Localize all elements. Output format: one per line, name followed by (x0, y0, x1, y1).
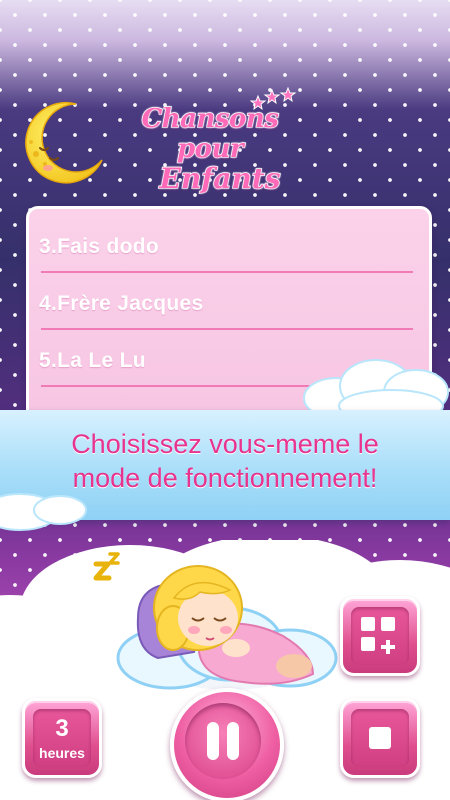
pause-bar-left (207, 722, 219, 760)
app-title: Chansons pour Enfants (110, 92, 310, 202)
divider (41, 271, 413, 273)
timer-unit: heures (39, 745, 85, 761)
timer-button-face: 3 heures (33, 709, 91, 767)
mode-button[interactable] (340, 596, 420, 676)
song-title: 5.La Le Lu (39, 349, 146, 372)
stop-icon (369, 727, 391, 749)
app-title-line1: Chansons pour (141, 103, 280, 165)
banner-line1: Choisissez vous-meme le (71, 429, 379, 459)
divider (41, 328, 413, 330)
banner-line2: mode de fonctionnement! (72, 463, 378, 493)
app-title-line2: Enfants (159, 161, 282, 196)
song-item[interactable]: 4.Frère Jacques (39, 274, 414, 330)
pause-icon (185, 703, 261, 779)
timer-button[interactable]: 3 heures (22, 698, 102, 778)
song-item[interactable]: 3.Fais dodo (39, 217, 414, 273)
pause-bar-right (227, 722, 239, 760)
song-title: 3.Fais dodo (39, 235, 159, 258)
moon-icon (25, 101, 103, 184)
grid-plus-icon (361, 617, 395, 654)
mode-button-face (351, 607, 409, 665)
song-title: 4.Frère Jacques (39, 292, 204, 315)
pause-button[interactable] (170, 688, 284, 800)
stop-button-face (351, 709, 409, 767)
timer-value: 3 (55, 715, 69, 742)
app-screen: Chansons pour Enfants 3.Fais dodo 4.Frèr… (0, 0, 450, 800)
stop-button[interactable] (340, 698, 420, 778)
sleeping-girl-illustration (136, 565, 315, 685)
banner-text: Choisissez vous-meme le mode de fonction… (0, 427, 450, 495)
